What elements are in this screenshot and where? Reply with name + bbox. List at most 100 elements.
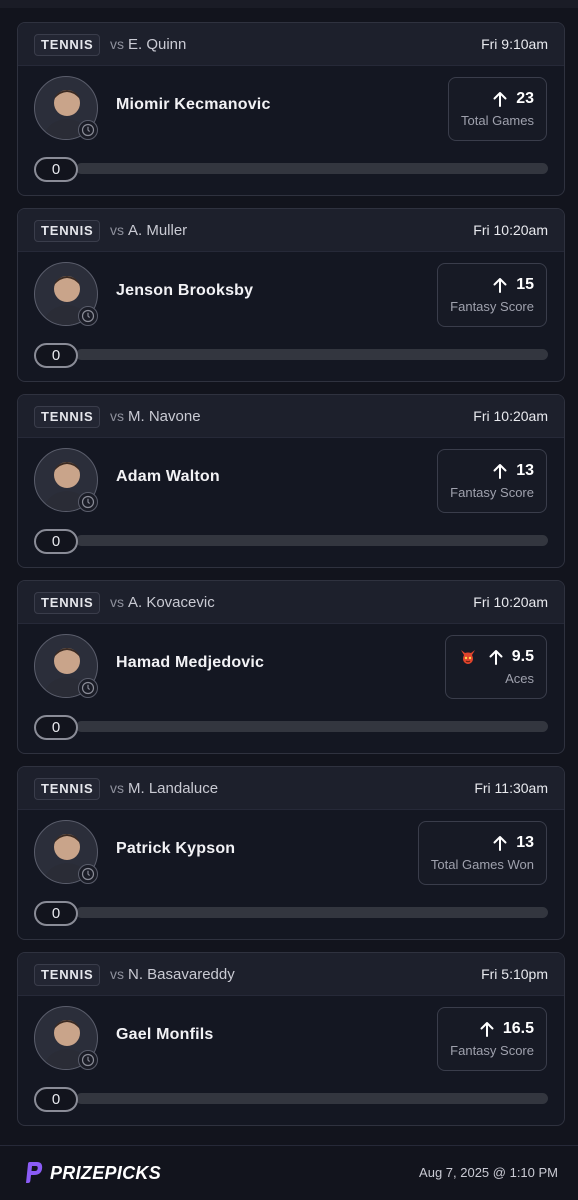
progress-bar [76,907,548,918]
projection-card[interactable]: TENNIS vs M. Landaluce Fri 11:30am Patric… [17,766,565,940]
footer: PRIZEPICKS Aug 7, 2025 @ 1:10 PM [0,1145,578,1200]
card-header: TENNIS vs A. Muller Fri 10:20am [18,209,564,252]
opponent-name: E. Quinn [128,36,187,53]
progress-count: 0 [34,343,78,368]
game-time: Fri 9:10am [481,36,548,52]
stat-type: Aces [505,671,534,686]
progress-count: 0 [34,157,78,182]
card-header: TENNIS vs N. Basavareddy Fri 5:10pm [18,953,564,996]
sport-badge: TENNIS [34,34,101,56]
projection-box[interactable]: 13 Total Games Won [417,821,547,885]
arrow-up-icon [488,648,504,666]
player-avatar [34,1006,100,1072]
projection-line: 13 [516,834,534,851]
vs-label: vs [110,408,124,424]
arrow-up-icon [479,1020,495,1038]
demon-icon [458,647,478,667]
vs-label: vs [110,780,124,796]
projection-line: 16.5 [502,1020,534,1037]
sport-badge: TENNIS [34,406,101,428]
projection-box[interactable]: 9.5 Aces [444,635,547,699]
projection-line: 13 [516,462,534,479]
opponent-name: N. Basavareddy [128,966,235,983]
game-time: Fri 11:30am [474,780,548,796]
opponent-name: M. Navone [128,408,201,425]
card-header: TENNIS vs A. Kovacevic Fri 10:20am [18,581,564,624]
player-name: Adam Walton [116,468,220,485]
lineup-screen: TENNIS vs E. Quinn Fri 9:10am Miomir Kecm… [0,0,578,1200]
stat-type: Fantasy Score [450,299,534,314]
game-time: Fri 5:10pm [481,966,548,982]
card-header: TENNIS vs E. Quinn Fri 9:10am [18,23,564,66]
player-name: Patrick Kypson [116,840,236,857]
opponent: vs M. Navone [110,407,201,426]
projection-list: TENNIS vs E. Quinn Fri 9:10am Miomir Kecm… [17,22,565,1138]
sport-badge: TENNIS [34,592,101,614]
game-time: Fri 10:20am [473,408,548,424]
vs-label: vs [110,966,124,982]
clock-icon [78,120,98,140]
progress-count: 0 [34,715,78,740]
projection-line: 23 [516,90,534,107]
stat-type: Fantasy Score [450,1043,534,1058]
game-time: Fri 10:20am [473,594,548,610]
player-avatar [34,262,100,328]
opponent-name: A. Kovacevic [128,594,215,611]
vs-label: vs [110,36,124,52]
clock-icon [78,1050,98,1070]
projection-line: 9.5 [511,648,534,665]
progress-bar [76,721,548,732]
card-header: TENNIS vs M. Navone Fri 10:20am [18,395,564,438]
prizepicks-logo-icon [22,1161,44,1185]
opponent: vs A. Muller [110,221,187,240]
prizepicks-logo[interactable]: PRIZEPICKS [22,1160,161,1186]
player-name: Hamad Medjedovic [116,654,265,671]
projection-card[interactable]: TENNIS vs N. Basavareddy Fri 5:10pm Gael … [17,952,565,1126]
game-time: Fri 10:20am [473,222,548,238]
progress-count: 0 [34,1087,78,1112]
opponent: vs M. Landaluce [110,779,218,798]
card-header: TENNIS vs M. Landaluce Fri 11:30am [18,767,564,810]
projection-box[interactable]: 15 Fantasy Score [437,263,547,327]
sport-badge: TENNIS [34,220,101,242]
projection-card[interactable]: TENNIS vs A. Muller Fri 10:20am Jenson Br… [17,208,565,382]
projection-box[interactable]: 16.5 Fantasy Score [437,1007,547,1071]
arrow-up-icon [492,834,508,852]
player-avatar [34,76,100,142]
stat-type: Fantasy Score [450,485,534,500]
projection-card[interactable]: TENNIS vs A. Kovacevic Fri 10:20am Hamad … [17,580,565,754]
progress-bar [76,349,548,360]
opponent-name: A. Muller [128,222,188,239]
stat-type: Total Games Won [430,857,534,872]
vs-label: vs [110,222,124,238]
projection-card[interactable]: TENNIS vs M. Navone Fri 10:20am Adam Walt… [17,394,565,568]
clock-icon [78,864,98,884]
player-name: Gael Monfils [116,1026,214,1043]
arrow-up-icon [492,276,508,294]
screenshot-timestamp: Aug 7, 2025 @ 1:10 PM [419,1165,558,1180]
brand-name: PRIZEPICKS [50,1162,162,1183]
player-name: Miomir Kecmanovic [116,96,271,113]
clock-icon [78,306,98,326]
opponent: vs A. Kovacevic [110,593,215,612]
vs-label: vs [110,594,124,610]
player-avatar [34,634,100,700]
projection-card[interactable]: TENNIS vs E. Quinn Fri 9:10am Miomir Kecm… [17,22,565,196]
sport-badge: TENNIS [34,964,101,986]
progress-bar [76,163,548,174]
projection-box[interactable]: 13 Fantasy Score [437,449,547,513]
projection-box[interactable]: 23 Total Games [448,77,547,141]
opponent: vs E. Quinn [110,35,186,54]
clock-icon [78,678,98,698]
arrow-up-icon [492,90,508,108]
player-name: Jenson Brooksby [116,282,254,299]
opponent-name: M. Landaluce [128,780,219,797]
sport-badge: TENNIS [34,778,101,800]
arrow-up-icon [492,462,508,480]
player-avatar [34,820,100,886]
progress-bar [76,535,548,546]
top-edge [0,0,578,8]
progress-count: 0 [34,901,78,926]
progress-bar [76,1093,548,1104]
opponent: vs N. Basavareddy [110,965,235,984]
